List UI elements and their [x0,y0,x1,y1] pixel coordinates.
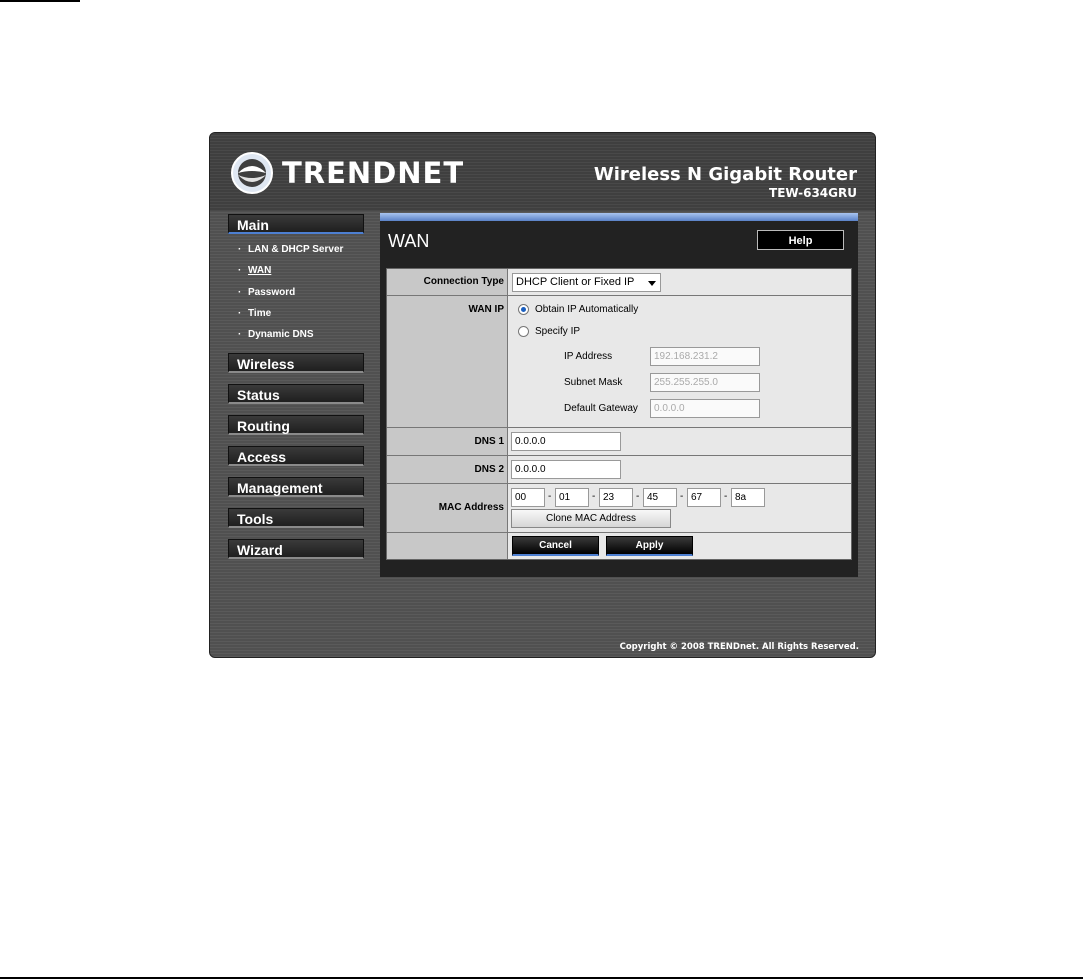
help-button[interactable]: Help [757,230,844,250]
nav-tools[interactable]: Tools [228,508,364,528]
mac-octet-2[interactable]: 01 [555,488,589,507]
connection-type-cell: DHCP Client or Fixed IP [508,269,851,295]
trendnet-logo: TRENDNET [230,151,464,195]
subnet-mask-label: Subnet Mask [564,377,623,388]
content-panel: WAN Help Connection Type DHCP Client or … [380,213,858,577]
mac-row: MAC Address 00 - 01 - 23 - 45 - 67 - 8a … [387,484,851,533]
product-model: TEW-634GRU [769,186,857,200]
nav-wizard[interactable]: Wizard [228,539,364,559]
action-row-label [387,533,508,559]
action-cell: Cancel Apply [508,533,851,559]
mac-octet-4[interactable]: 45 [643,488,677,507]
header: TRENDNET Wireless N Gigabit Router TEW-6… [210,133,875,211]
submenu-label: WAN [248,265,272,277]
dns1-cell: 0.0.0.0 [508,428,851,455]
mac-separator: - [592,491,596,502]
nav-status[interactable]: Status [228,384,364,404]
clone-mac-button[interactable]: Clone MAC Address [511,509,671,528]
wan-ip-cell: Obtain IP Automatically Specify IP IP Ad… [508,296,851,427]
dns2-label: DNS 2 [387,456,508,483]
mac-octet-1[interactable]: 00 [511,488,545,507]
mac-separator: - [724,491,728,502]
specify-ip-option[interactable]: Specify IP [518,326,580,337]
submenu-label: Time [248,307,272,319]
mac-separator: - [680,491,684,502]
mac-cell: 00 - 01 - 23 - 45 - 67 - 8a Clone MAC Ad… [508,484,851,532]
page-title: WAN [388,231,430,251]
connection-type-label: Connection Type [387,269,508,295]
apply-button[interactable]: Apply [606,536,693,556]
connection-type-row: Connection Type DHCP Client or Fixed IP [387,269,851,296]
ip-address-label: IP Address [564,351,613,362]
submenu-item-dynamic-dns[interactable]: · Dynamic DNS [238,324,343,345]
action-row: Cancel Apply [387,533,851,559]
dns2-row: DNS 2 0.0.0.0 [387,456,851,484]
nav-wireless[interactable]: Wireless [228,353,364,373]
obtain-ip-label: Obtain IP Automatically [535,304,639,315]
product-title: Wireless N Gigabit Router [593,164,857,185]
ip-address-field[interactable]: 192.168.231.2 [650,347,760,366]
submenu-item-wan[interactable]: · WAN [238,260,343,281]
nav-main[interactable]: Main [228,214,364,234]
trendnet-globe-icon [231,152,273,194]
mac-address-label: MAC Address [387,484,508,532]
wan-ip-row: WAN IP Obtain IP Automatically Specify I… [387,296,851,428]
mac-separator: - [548,491,552,502]
wan-form: Connection Type DHCP Client or Fixed IP … [386,268,852,560]
dns2-cell: 0.0.0.0 [508,456,851,483]
copyright: Copyright © 2008 TRENDnet. All Rights Re… [619,642,859,652]
mac-octet-3[interactable]: 23 [599,488,633,507]
router-admin-window: TRENDNET Wireless N Gigabit Router TEW-6… [209,132,876,658]
nav-management[interactable]: Management [228,477,364,497]
submenu-label: Dynamic DNS [248,329,314,341]
bottom-rule [0,977,1083,979]
submenu-item-lan-dhcp[interactable]: · LAN & DHCP Server [238,239,343,260]
cancel-button[interactable]: Cancel [512,536,599,556]
subnet-mask-field[interactable]: 255.255.255.0 [650,373,760,392]
submenu-item-time[interactable]: · Time [238,303,343,324]
wan-ip-label: WAN IP [387,296,508,427]
gateway-label: Default Gateway [564,403,638,414]
obtain-ip-radio[interactable] [518,304,529,315]
obtain-ip-option[interactable]: Obtain IP Automatically [518,304,638,315]
specify-ip-label: Specify IP [535,326,581,337]
connection-type-value: DHCP Client or Fixed IP [516,276,635,288]
dns1-label: DNS 1 [387,428,508,455]
panel-bar [380,213,858,221]
mac-octet-6[interactable]: 8a [731,488,765,507]
top-rule [0,0,80,2]
gateway-field[interactable]: 0.0.0.0 [650,399,760,418]
specify-ip-radio[interactable] [518,326,529,337]
main-submenu: · LAN & DHCP Server · WAN · Password · Time … [238,239,343,345]
nav-routing[interactable]: Routing [228,415,364,435]
submenu-label: LAN & DHCP Server [248,244,344,255]
mac-octet-5[interactable]: 67 [687,488,721,507]
submenu-label: Password [248,286,296,298]
dns1-field[interactable]: 0.0.0.0 [511,432,621,451]
chevron-down-icon [648,281,656,286]
connection-type-select[interactable]: DHCP Client or Fixed IP [512,273,661,292]
logo-text: TRENDNET [282,156,465,190]
nav-access[interactable]: Access [228,446,364,466]
mac-separator: - [636,491,640,502]
submenu-item-password[interactable]: · Password [238,282,343,303]
dns1-row: DNS 1 0.0.0.0 [387,428,851,456]
dns2-field[interactable]: 0.0.0.0 [511,460,621,479]
